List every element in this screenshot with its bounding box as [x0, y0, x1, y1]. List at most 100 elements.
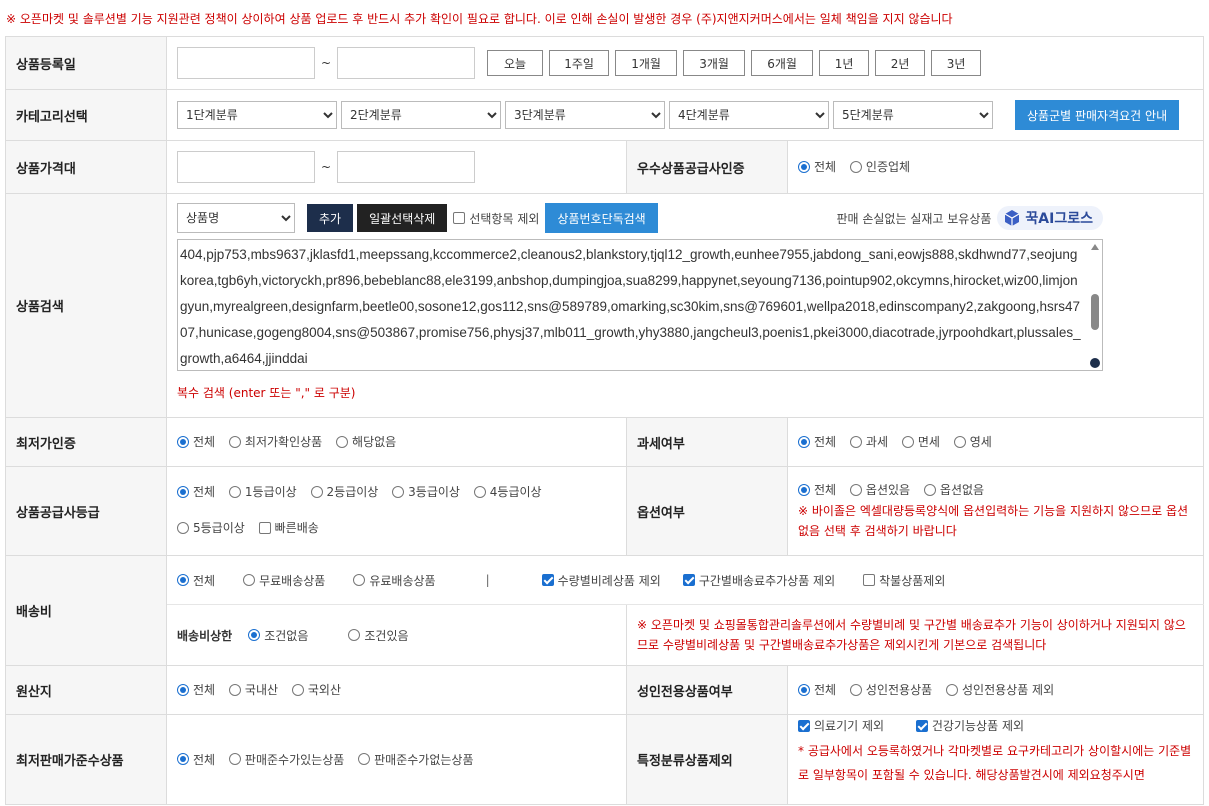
category-select-3[interactable]: 3단계분류 — [505, 101, 665, 129]
reg-date-start-input[interactable] — [177, 47, 315, 79]
tax-zero-radio[interactable]: 영세 — [953, 433, 992, 450]
bulk-delete-button[interactable]: 일괄선택삭제 — [357, 204, 448, 232]
grade-4-radio[interactable]: 4등급이상 — [473, 475, 542, 509]
fast-delivery-checkbox[interactable]: 빠른배송 — [258, 511, 319, 545]
row-price: 상품가격대 ~ 우수상품공급사인증 전체 인증업체 — [5, 140, 1205, 194]
tax-all-radio[interactable]: 전체 — [798, 433, 836, 450]
multi-search-hint: 복수 검색 (enter 또는 "," 로 구분) — [177, 386, 356, 400]
adult-only-radio[interactable]: 성인전용상품 — [849, 681, 932, 698]
exclude-section-shipping-checkbox[interactable]: 구간별배송료추가상품 제외 — [682, 572, 835, 589]
exclude-medical-checkbox[interactable]: 의료기기 제외 — [798, 717, 884, 734]
adult-all-radio[interactable]: 전체 — [798, 681, 836, 698]
origin-foreign-radio[interactable]: 국외산 — [291, 681, 341, 698]
shipping-divider: | — [485, 573, 490, 587]
grade-1-radio[interactable]: 1등급이상 — [228, 475, 297, 509]
supplier-cert-label: 우수상품공급사인증 — [626, 140, 788, 194]
grade-3-radio[interactable]: 3등급이상 — [392, 475, 460, 509]
option-yes-radio[interactable]: 옵션있음 — [849, 481, 910, 498]
row-lowest-price: 최저가인증 전체 최저가확인상품 해당없음 과세여부 전체 과세 면세 영세 — [5, 417, 1205, 467]
option-label: 옵션여부 — [626, 466, 788, 556]
special-category-label: 특정분류상품제외 — [626, 714, 788, 805]
row-search: 상품검색 상품명 추가 일괄선택삭제 선택항목 제외 상품번호단독검색 판매 손… — [5, 193, 1205, 418]
period-6month-button[interactable]: 6개월 — [751, 50, 814, 76]
category-label: 카테고리선택 — [5, 89, 167, 141]
search-label: 상품검색 — [5, 193, 167, 418]
scroll-up-arrow-icon[interactable] — [1091, 244, 1099, 250]
adult-exclude-radio[interactable]: 성인전용상품 제외 — [946, 681, 1054, 698]
min-price-label: 최저판매가준수상품 — [5, 714, 167, 805]
option-note: ※ 바이졸은 엑셀대량등록양식에 옵션입력하는 기능을 지원하지 않으므로 옵션… — [798, 503, 1189, 538]
tax-label: 과세여부 — [626, 417, 788, 467]
shipping-limit-label: 배송비상한 — [177, 628, 233, 643]
origin-all-radio[interactable]: 전체 — [177, 681, 215, 698]
shipping-paid-radio[interactable]: 유료배송상품 — [353, 572, 436, 589]
supplier-cert-all-radio[interactable]: 전체 — [798, 158, 836, 175]
period-1month-button[interactable]: 1개월 — [615, 50, 678, 76]
product-number-search-button[interactable]: 상품번호단독검색 — [545, 203, 658, 233]
origin-domestic-radio[interactable]: 국내산 — [228, 681, 278, 698]
period-3year-button[interactable]: 3년 — [931, 50, 982, 76]
scroll-thumb[interactable] — [1091, 294, 1099, 330]
box-icon — [1005, 210, 1020, 226]
shipping-limit-none-radio[interactable]: 조건없음 — [248, 627, 308, 644]
row-category: 카테고리선택 1단계분류 2단계분류 3단계분류 4단계분류 5단계분류 상품군… — [5, 89, 1205, 141]
seller-qualification-guide-button[interactable]: 상품군별 판매자격요건 안내 — [1015, 100, 1180, 130]
special-category-note: * 공급사에서 오등록하였거나 각마켓별로 요구카테고리가 상이할시에는 기준별… — [798, 743, 1192, 782]
search-form: 상품등록일 ~ 오늘 1주일 1개월 3개월 6개월 1년 2년 3년 카테고리… — [5, 36, 1205, 805]
grade-all-radio[interactable]: 전체 — [177, 475, 215, 509]
min-price-none-radio[interactable]: 판매준수가없는상품 — [358, 751, 474, 768]
shipping-all-radio[interactable]: 전체 — [177, 572, 215, 589]
grade-2-radio[interactable]: 2등급이상 — [310, 475, 378, 509]
min-price-exists-radio[interactable]: 판매준수가있는상품 — [228, 751, 344, 768]
supplier-cert-certified-radio[interactable]: 인증업체 — [849, 158, 910, 175]
lowest-price-label: 최저가인증 — [5, 417, 167, 467]
ai-growth-badge[interactable]: 꾹AI그로스 — [997, 206, 1103, 230]
option-all-radio[interactable]: 전체 — [798, 481, 836, 498]
shipping-free-radio[interactable]: 무료배송상품 — [243, 572, 325, 589]
lowest-price-checked-radio[interactable]: 최저가확인상품 — [228, 433, 322, 450]
search-add-button[interactable]: 추가 — [307, 204, 354, 232]
search-field-select[interactable]: 상품명 — [177, 203, 295, 233]
reg-date-end-input[interactable] — [337, 47, 476, 79]
price-min-input[interactable] — [177, 151, 315, 183]
row-shipping: 배송비 전체 무료배송상품 유료배송상품 | 수량별비례상품 제외 구간별배송료… — [5, 555, 1205, 666]
exclude-quantity-proportional-checkbox[interactable]: 수량별비례상품 제외 — [541, 572, 661, 589]
shipping-label: 배송비 — [5, 555, 167, 666]
category-select-1[interactable]: 1단계분류 — [177, 101, 337, 129]
shipping-limit-exists-radio[interactable]: 조건있음 — [348, 627, 409, 644]
row-reg-date: 상품등록일 ~ 오늘 1주일 1개월 3개월 6개월 1년 2년 3년 — [5, 36, 1205, 90]
search-keywords-textarea[interactable]: 404,pjp753,mbs9637,jklasfd1,meepssang,kc… — [177, 239, 1103, 371]
period-1week-button[interactable]: 1주일 — [549, 50, 610, 76]
tax-exempt-radio[interactable]: 면세 — [901, 433, 940, 450]
category-select-2[interactable]: 2단계분류 — [341, 101, 501, 129]
exclude-selected-checkbox[interactable]: 선택항목 제외 — [453, 210, 539, 227]
row-origin: 원산지 전체 국내산 국외산 성인전용상품여부 전체 성인전용상품 성인전용상품… — [5, 665, 1205, 715]
tax-taxable-radio[interactable]: 과세 — [849, 433, 888, 450]
reg-date-label: 상품등록일 — [5, 36, 167, 90]
shipping-note: ※ 오픈마켓 및 쇼핑몰통합관리솔루션에서 수량별비례 및 구간별 배송료추가 … — [637, 618, 1186, 652]
row-min-price: 최저판매가준수상품 전체 판매준수가있는상품 판매준수가없는상품 특정분류상품제… — [5, 714, 1205, 805]
category-select-5[interactable]: 5단계분류 — [833, 101, 993, 129]
adult-label: 성인전용상품여부 — [626, 665, 788, 715]
period-2year-button[interactable]: 2년 — [875, 50, 926, 76]
resize-handle-icon[interactable] — [1090, 358, 1100, 368]
textarea-scrollbar[interactable] — [1090, 244, 1100, 368]
row-shipping-limit: 배송비상한 조건없음 조건있음 ※ 오픈마켓 및 쇼핑몰통합관리솔루션에서 수량… — [6, 604, 1205, 666]
grade-5-radio[interactable]: 5등급이상 — [177, 511, 245, 545]
exclude-health-checkbox[interactable]: 건강기능상품 제외 — [915, 717, 1024, 734]
price-max-input[interactable] — [337, 151, 476, 183]
price-tilde: ~ — [321, 160, 332, 174]
category-select-4[interactable]: 4단계분류 — [669, 101, 829, 129]
lowest-price-none-radio[interactable]: 해당없음 — [336, 433, 396, 450]
price-label: 상품가격대 — [5, 140, 167, 194]
lowest-price-all-radio[interactable]: 전체 — [177, 433, 215, 450]
period-1year-button[interactable]: 1년 — [819, 50, 870, 76]
min-price-all-radio[interactable]: 전체 — [177, 751, 215, 768]
supplier-grade-label: 상품공급사등급 — [5, 466, 167, 556]
period-today-button[interactable]: 오늘 — [487, 50, 544, 76]
origin-label: 원산지 — [5, 665, 167, 715]
exclude-cod-checkbox[interactable]: 착불상품제외 — [863, 572, 945, 589]
promo-text: 판매 손실없는 실재고 보유상품 — [836, 211, 992, 226]
option-no-radio[interactable]: 옵션없음 — [923, 481, 984, 498]
period-3month-button[interactable]: 3개월 — [683, 50, 746, 76]
